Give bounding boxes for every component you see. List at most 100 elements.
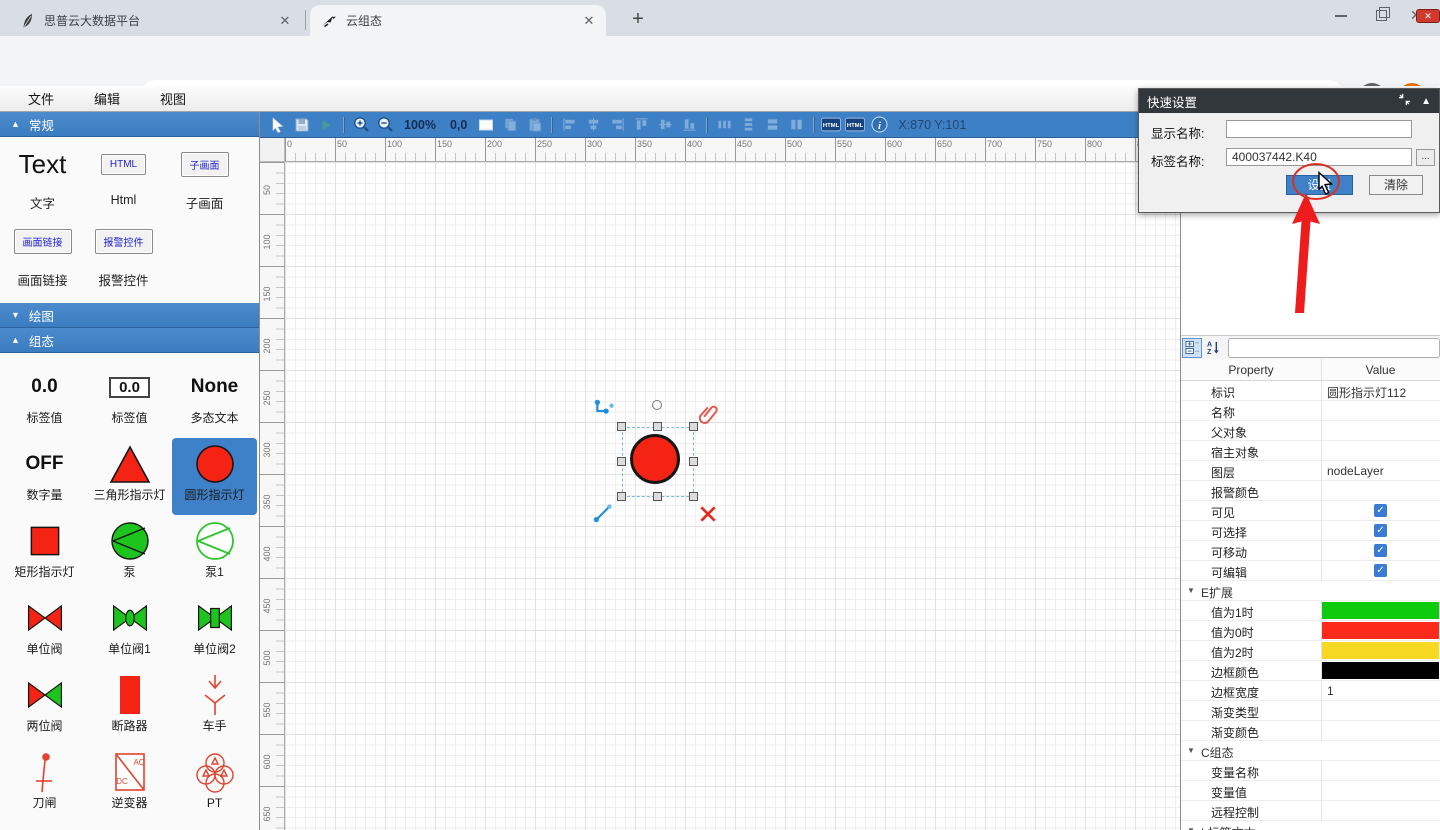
pointer-icon[interactable] [268, 115, 288, 135]
recorder-close-badge[interactable]: ✕ [1416, 9, 1440, 23]
palette-item-逆变器[interactable]: ACDC逆变器 [87, 746, 172, 823]
info-icon[interactable]: i [869, 115, 889, 135]
palette-item-单位阀1[interactable]: 单位阀1 [87, 592, 172, 669]
quick-settings-header[interactable]: 快速设置 ▲ [1139, 89, 1439, 113]
selection-handle[interactable] [653, 492, 662, 501]
palette-item-两位阀[interactable]: 两位阀 [2, 669, 87, 746]
property-group-row[interactable]: ▼C组态 [1181, 741, 1440, 761]
property-row[interactable]: 父对象 [1181, 421, 1440, 441]
menu-item-2[interactable]: 视图 [148, 87, 198, 110]
tab-close-icon[interactable]: ✕ [276, 12, 294, 30]
selection-handle[interactable] [617, 492, 626, 501]
property-row[interactable]: 值为0时 [1181, 621, 1440, 641]
property-group-row[interactable]: ▼L标签文本 [1181, 821, 1440, 830]
tab-dataplatform[interactable]: 思普云大数据平台 ✕ [8, 5, 302, 36]
palette-item-多态文本[interactable]: None多态文本 [172, 361, 257, 438]
same-width-icon[interactable] [762, 115, 782, 135]
color-swatch[interactable] [1322, 622, 1439, 639]
property-row[interactable]: 边框宽度1 [1181, 681, 1440, 701]
property-row[interactable]: 可移动✓ [1181, 541, 1440, 561]
align-middle-icon[interactable] [655, 115, 675, 135]
menu-item-1[interactable]: 编辑 [82, 87, 132, 110]
palette-item-Html[interactable]: HTMLHtml [83, 143, 164, 217]
palette-section-general[interactable]: ▲ 常规 [0, 112, 259, 137]
distribute-h-icon[interactable] [714, 115, 734, 135]
palette-item-三角形指示灯[interactable]: 三角形指示灯 [87, 438, 172, 515]
line-tool-icon[interactable] [592, 500, 616, 529]
group-collapse-icon[interactable]: ▼ [1187, 586, 1195, 595]
paperclip-icon[interactable] [697, 402, 721, 431]
save-icon[interactable] [292, 115, 312, 135]
palette-item-文字[interactable]: Text文字 [2, 143, 83, 217]
property-row[interactable]: 渐变类型 [1181, 701, 1440, 721]
palette-item-PT[interactable]: PT [172, 746, 257, 823]
collapse-caret-icon[interactable]: ▲ [1421, 96, 1431, 107]
rotation-handle[interactable] [652, 400, 662, 410]
group-collapse-icon[interactable]: ▼ [1187, 826, 1195, 830]
run-icon[interactable] [316, 115, 336, 135]
palette-item-泵1[interactable]: 泵1 [172, 515, 257, 592]
menu-item-0[interactable]: 文件 [16, 87, 66, 110]
color-swatch[interactable] [1322, 662, 1439, 679]
selection-handle[interactable] [617, 422, 626, 431]
palette-item-报警控件[interactable]: 报警控件报警控件 [83, 220, 164, 294]
property-checkbox[interactable]: ✓ [1374, 544, 1387, 557]
connector-tool-icon[interactable] [593, 398, 617, 427]
palette-item-车手[interactable]: 车手 [172, 669, 257, 746]
property-checkbox[interactable]: ✓ [1374, 524, 1387, 537]
palette-item-断路器[interactable]: 断路器 [87, 669, 172, 746]
selection-handle[interactable] [689, 457, 698, 466]
html-widget-icon[interactable]: HTML [845, 115, 865, 135]
property-filter-input[interactable] [1228, 338, 1440, 358]
align-center-icon[interactable] [583, 115, 603, 135]
palette-item-画面链接[interactable]: 画面链接画面链接 [2, 220, 83, 294]
palette-section-scada[interactable]: ▲ 组态 [0, 328, 259, 353]
property-row[interactable]: 宿主对象 [1181, 441, 1440, 461]
property-row[interactable]: 变量值 [1181, 781, 1440, 801]
property-row[interactable]: 渐变颜色 [1181, 721, 1440, 741]
color-swatch[interactable] [1322, 602, 1439, 619]
property-row[interactable]: 报警颜色 [1181, 481, 1440, 501]
property-group-row[interactable]: ▼E扩展 [1181, 581, 1440, 601]
categorized-view-icon[interactable] [1182, 338, 1202, 358]
zoom-in-icon[interactable] [351, 115, 371, 135]
property-value[interactable]: 圆形指示灯112 [1327, 384, 1406, 401]
minimize-button[interactable] [1328, 5, 1354, 25]
group-collapse-icon[interactable]: ▼ [1187, 746, 1195, 755]
property-row[interactable]: 可编辑✓ [1181, 561, 1440, 581]
property-row[interactable]: 标识圆形指示灯112 [1181, 381, 1440, 401]
close-button[interactable]: ✕ ✕ [1408, 5, 1434, 25]
property-row[interactable]: 可见✓ [1181, 501, 1440, 521]
palette-item-泵[interactable]: 泵 [87, 515, 172, 592]
palette-item-标签值[interactable]: 0.0标签值 [2, 361, 87, 438]
selection-handle[interactable] [617, 457, 626, 466]
tab-cloud-scada[interactable]: 云组态 ✕ [310, 5, 606, 36]
copy-icon[interactable] [500, 115, 520, 135]
color-swatch[interactable] [1322, 642, 1439, 659]
display-name-input[interactable] [1226, 120, 1412, 138]
palette-item-子画面[interactable]: 子画面子画面 [164, 143, 245, 217]
palette-item-数字量[interactable]: OFF数字量 [2, 438, 87, 515]
palette-item-单位阀[interactable]: 单位阀 [2, 592, 87, 669]
palette-item-标签值[interactable]: 0.0标签值 [87, 361, 172, 438]
palette-item-刀闸[interactable]: 刀闸 [2, 746, 87, 823]
sort-az-icon[interactable]: AZ [1203, 338, 1223, 358]
palette-item-单位阀2[interactable]: 单位阀2 [172, 592, 257, 669]
property-checkbox[interactable]: ✓ [1374, 564, 1387, 577]
property-row[interactable]: 值为1时 [1181, 601, 1440, 621]
distribute-v-icon[interactable] [738, 115, 758, 135]
property-value[interactable]: nodeLayer [1327, 464, 1384, 478]
align-left-icon[interactable] [559, 115, 579, 135]
delete-node-icon[interactable] [698, 504, 718, 529]
palette-item-矩形指示灯[interactable]: 矩形指示灯 [2, 515, 87, 592]
property-row[interactable]: 名称 [1181, 401, 1440, 421]
align-right-icon[interactable] [607, 115, 627, 135]
dock-icon[interactable] [1398, 93, 1411, 109]
property-row[interactable]: 图层nodeLayer [1181, 461, 1440, 481]
align-bottom-icon[interactable] [679, 115, 699, 135]
align-top-icon[interactable] [631, 115, 651, 135]
palette-section-drawing[interactable]: ▼ 绘图 [0, 303, 259, 328]
property-row[interactable]: 可选择✓ [1181, 521, 1440, 541]
tab-close-icon[interactable]: ✕ [580, 12, 598, 30]
design-canvas[interactable] [285, 162, 1180, 830]
